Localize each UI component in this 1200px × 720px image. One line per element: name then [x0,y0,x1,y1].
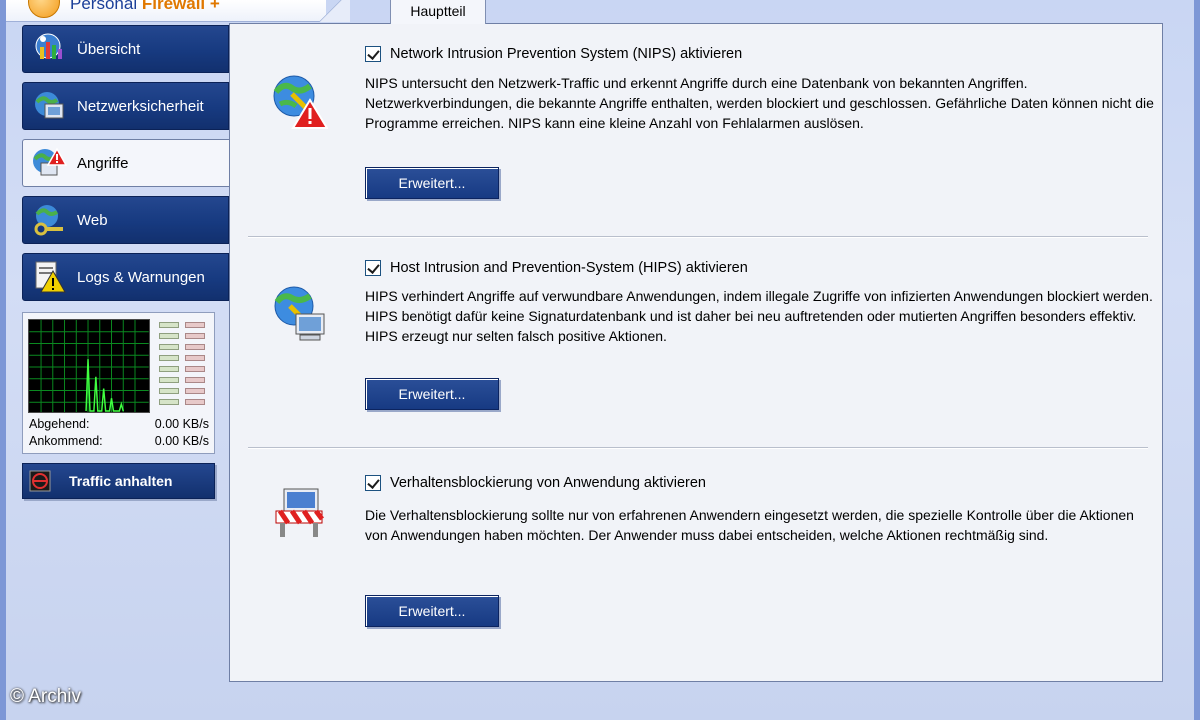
stop-traffic-button[interactable]: Traffic anhalten [22,463,215,499]
logo-icon [28,0,60,18]
sidebar-item-netzwerksicherheit[interactable]: Netzwerksicherheit [22,82,229,130]
nips-advanced-button[interactable]: Erweitert... [365,167,499,199]
nips-description: NIPS untersucht den Netzwerk-Traffic und… [365,75,1154,131]
behavior-advanced-button[interactable]: Erweitert... [365,595,499,627]
behavior-checkbox-label: Verhaltensblockierung von Anwendung akti… [390,475,706,491]
behavior-description: Die Verhaltensblockierung sollte nur von… [365,507,1134,543]
traffic-led-meter [159,322,207,410]
outgoing-value: 0.00 KB/s [154,417,209,431]
attacks-icon [33,147,67,176]
globe-warning-icon [273,75,328,129]
network-security-icon [35,92,64,119]
incoming-label: Ankommend: [29,434,103,448]
watermark: © Archiv [10,686,82,707]
overview-icon [35,33,62,59]
hips-checkbox-label: Host Intrusion and Prevention-System (HI… [390,260,748,276]
logo-divider [310,0,350,22]
hips-advanced-button[interactable]: Erweitert... [365,378,499,410]
app-logo: Personal Firewall + [6,0,326,22]
outgoing-label: Abgehend: [29,417,90,431]
sidebar-item-label: Web [77,211,108,229]
hips-checkbox-row[interactable]: Host Intrusion and Prevention-System (HI… [365,258,748,278]
traffic-monitor: Abgehend: 0.00 KB/s Ankommend: 0.00 KB/s [22,312,215,454]
sidebar-item-label: Netzwerksicherheit [77,97,204,115]
logs-warning-icon [35,261,66,293]
section-divider [248,447,1148,449]
sidebar-item-label: Logs & Warnungen [77,268,205,286]
nips-checkbox-row[interactable]: Network Intrusion Prevention System (NIP… [365,44,742,64]
behavior-checkbox[interactable] [365,475,381,491]
hips-description: HIPS verhindert Angriffe auf verwundbare… [365,288,1153,344]
sidebar-item-label: Übersicht [77,40,141,58]
stop-traffic-icon [29,470,51,492]
incoming-value: 0.00 KB/s [154,434,209,448]
globe-computer-icon [274,286,325,341]
sidebar-item-logs-warnungen[interactable]: Logs & Warnungen [22,253,229,301]
incoming-traffic-row: Ankommend: 0.00 KB/s [29,434,209,448]
main-panel: Network Intrusion Prevention System (NIP… [229,23,1163,682]
nips-checkbox-label: Network Intrusion Prevention System (NIP… [390,46,743,62]
sidebar-item-angriffe[interactable]: Angriffe [22,139,230,187]
sidebar-item-label: Angriffe [77,154,129,172]
nips-checkbox[interactable] [365,46,381,62]
outgoing-traffic-row: Abgehend: 0.00 KB/s [29,417,209,431]
section-divider [248,236,1148,238]
sidebar-item-uebersicht[interactable]: Übersicht [22,25,229,73]
logo-text: Personal Firewall + [70,0,220,13]
tab-hauptteil[interactable]: Hauptteil [390,0,486,24]
traffic-graph [28,319,150,413]
behavior-checkbox-row[interactable]: Verhaltensblockierung von Anwendung akti… [365,473,706,493]
web-icon [34,205,63,236]
roadblock-icon [275,488,324,537]
stop-traffic-label: Traffic anhalten [69,473,173,489]
hips-checkbox[interactable] [365,260,381,276]
sidebar-item-web[interactable]: Web [22,196,229,244]
